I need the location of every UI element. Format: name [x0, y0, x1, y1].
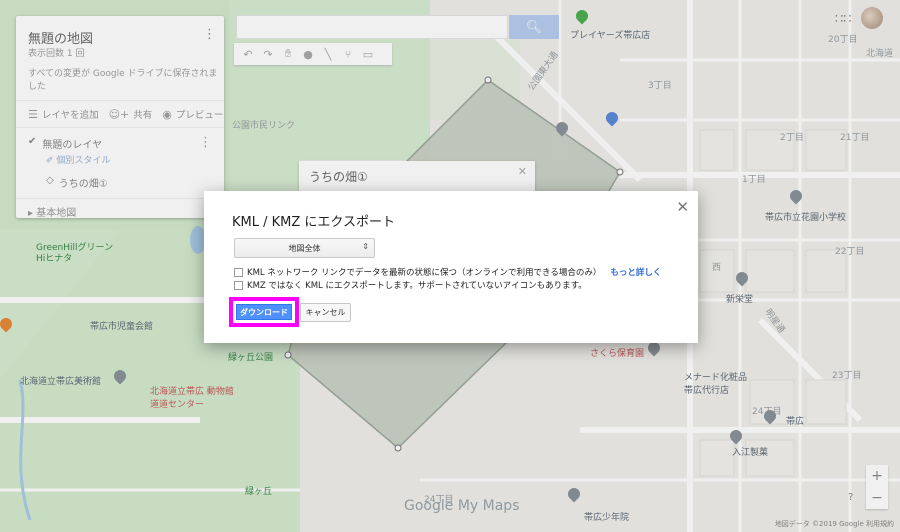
download-button[interactable]: ダウンロード: [236, 304, 292, 320]
network-link-label: KML ネットワーク リンクでデータを最新の状態に保つ（オンラインで利用できる場…: [247, 268, 602, 278]
dialog-title: KML / KMZ にエクスポート: [232, 215, 396, 230]
network-link-option[interactable]: KML ネットワーク リンクでデータを最新の状態に保つ（オンラインで利用できる場…: [234, 266, 661, 278]
kml-export-option[interactable]: KMZ ではなく KML にエクスポートします。サポートされていないアイコンもあ…: [234, 279, 587, 291]
kml-export-checkbox[interactable]: [234, 280, 243, 290]
learn-more-link[interactable]: もっと詳しく: [610, 266, 661, 278]
kml-export-label: KMZ ではなく KML にエクスポートします。サポートされていないアイコンもあ…: [247, 281, 587, 291]
export-dialog: KML / KMZ にエクスポート ✕ 地図全体 ⇕ KML ネットワーク リン…: [204, 191, 698, 343]
cancel-button[interactable]: キャンセル: [300, 303, 351, 322]
network-link-checkbox[interactable]: [234, 267, 243, 277]
layer-scope-select[interactable]: 地図全体 ⇕: [234, 238, 375, 258]
select-arrow-icon: ⇕: [362, 242, 369, 251]
select-value: 地図全体: [288, 243, 321, 253]
close-icon[interactable]: ✕: [676, 198, 689, 216]
